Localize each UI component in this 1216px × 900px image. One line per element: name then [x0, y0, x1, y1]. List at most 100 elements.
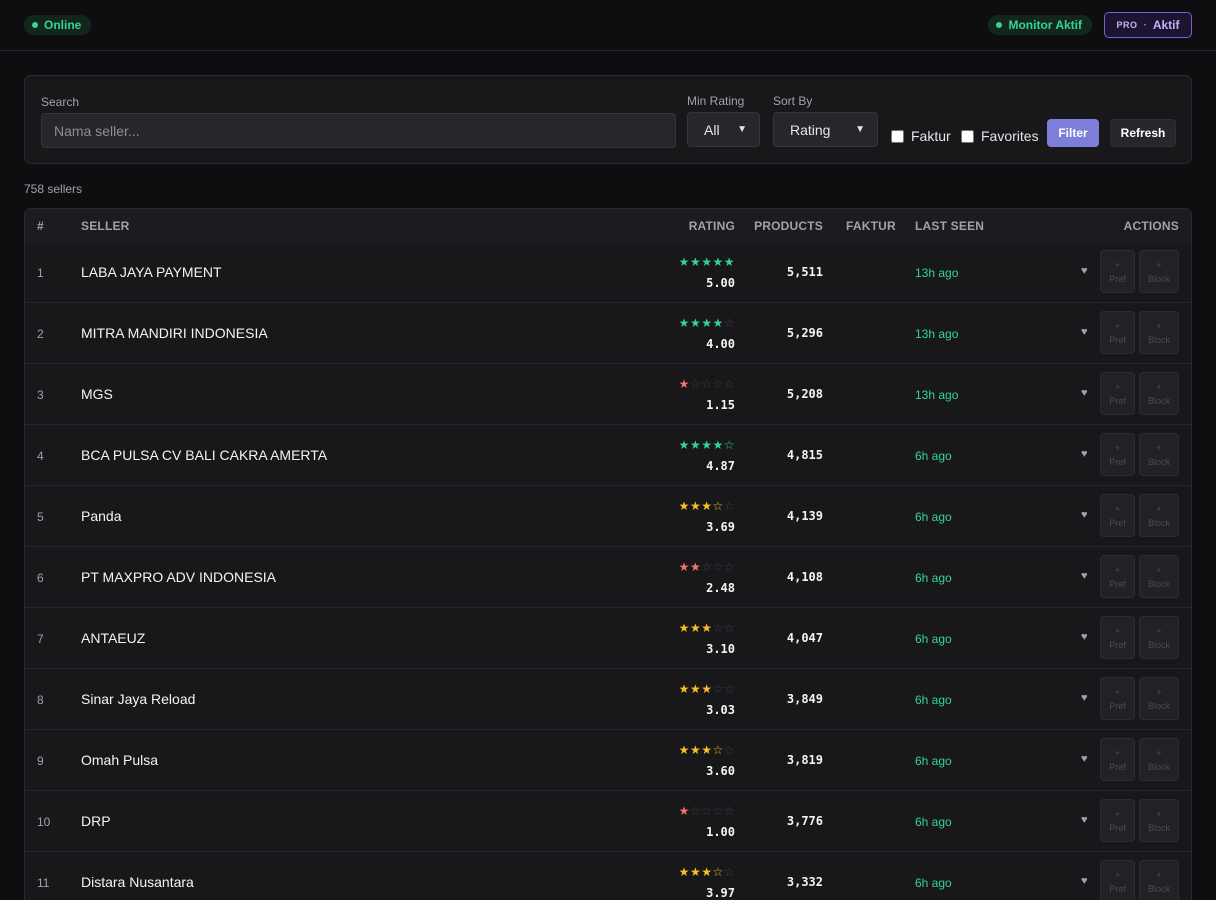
pref-button[interactable]: + Pref — [1100, 250, 1135, 293]
seller-name[interactable]: MITRA MANDIRI INDONESIA — [81, 325, 268, 341]
table-row[interactable]: 2 MITRA MANDIRI INDONESIA ★★★★☆ 4.00 5,296 13… — [25, 303, 1191, 364]
last-seen: 6h ago — [915, 815, 952, 829]
chevron-down-icon: ▼ — [737, 124, 747, 135]
pref-button[interactable]: + Pref — [1100, 738, 1135, 781]
table-row[interactable]: 11 Distara Nusantara ★★★☆☆ 3.97 3,332 6h ago ♥… — [25, 852, 1191, 900]
table-row[interactable]: 4 BCA PULSA CV BALI CAKRA AMERTA ★★★★☆ 4.87… — [25, 425, 1191, 486]
pref-button[interactable]: + Pref — [1100, 860, 1135, 900]
block-button[interactable]: + Block — [1139, 616, 1179, 659]
sellers-table: # SELLER RATING PRODUCTS FAKTUR LAST SEE… — [24, 208, 1192, 900]
rating-value: 2.48 — [706, 581, 735, 595]
faktur-filter[interactable]: Faktur — [891, 128, 951, 144]
table-row[interactable]: 1 LABA JAYA PAYMENT ★★★★★ 5.00 5,511 13h ago ♥… — [25, 242, 1191, 303]
favorite-heart-icon[interactable]: ♥ — [1081, 814, 1088, 826]
row-number: 2 — [37, 327, 44, 341]
favorite-heart-icon[interactable]: ♥ — [1081, 875, 1088, 887]
favorite-heart-icon[interactable]: ♥ — [1081, 631, 1088, 643]
seller-name[interactable]: ANTAEUZ — [81, 630, 145, 646]
column-header-num: # — [37, 219, 44, 233]
plus-icon: + — [1156, 381, 1162, 392]
last-seen: 6h ago — [915, 571, 952, 585]
table-row[interactable]: 6 PT MAXPRO ADV INDONESIA ★★☆☆☆ 2.48 4,108 6h… — [25, 547, 1191, 608]
favorite-heart-icon[interactable]: ♥ — [1081, 265, 1088, 277]
rating-value: 1.15 — [706, 398, 735, 412]
rating-value: 1.00 — [706, 825, 735, 839]
pref-label: Pref — [1109, 334, 1126, 345]
rating-value: 5.00 — [706, 276, 735, 290]
block-button[interactable]: + Block — [1139, 372, 1179, 415]
product-count: 3,849 — [786, 692, 823, 706]
sort-by-select[interactable]: Rating ▼ — [773, 112, 878, 147]
pref-button[interactable]: + Pref — [1100, 433, 1135, 476]
plus-icon: + — [1156, 625, 1162, 636]
pref-button[interactable]: + Pref — [1100, 372, 1135, 415]
plus-icon: + — [1156, 442, 1162, 453]
favorite-heart-icon[interactable]: ♥ — [1081, 753, 1088, 765]
block-button[interactable]: + Block — [1139, 250, 1179, 293]
favorites-filter[interactable]: Favorites — [961, 128, 1039, 144]
product-count: 3,332 — [786, 875, 823, 889]
table-row[interactable]: 3 MGS ★☆☆☆☆ 1.15 5,208 13h ago ♥ + Pref + Block — [25, 364, 1191, 425]
seller-name[interactable]: DRP — [81, 813, 111, 829]
block-label: Block — [1147, 639, 1170, 650]
plus-icon: + — [1156, 686, 1162, 697]
favorite-heart-icon[interactable]: ♥ — [1081, 570, 1088, 582]
pref-button[interactable]: + Pref — [1100, 494, 1135, 537]
pref-button[interactable]: + Pref — [1100, 677, 1135, 720]
plus-icon: + — [1156, 747, 1162, 758]
table-row[interactable]: 9 Omah Pulsa ★★★☆☆ 3.60 3,819 6h ago ♥ + Pref + Bl… — [25, 730, 1191, 791]
table-row[interactable]: 10 DRP ★☆☆☆☆ 1.00 3,776 6h ago ♥ + Pref + Block — [25, 791, 1191, 852]
plus-icon: + — [1114, 381, 1121, 392]
plan-badge[interactable]: PRO · Aktif — [1104, 12, 1192, 38]
search-input[interactable] — [41, 113, 676, 148]
block-button[interactable]: + Block — [1139, 860, 1179, 900]
min-rating-select[interactable]: All ▼ — [687, 112, 760, 147]
block-button[interactable]: + Block — [1139, 433, 1179, 476]
block-button[interactable]: + Block — [1139, 677, 1179, 720]
table-row[interactable]: 8 Sinar Jaya Reload ★★★☆☆ 3.03 3,849 6h ago ♥ +… — [25, 669, 1191, 730]
favorite-heart-icon[interactable]: ♥ — [1081, 448, 1088, 460]
faktur-checkbox[interactable] — [891, 129, 904, 143]
favorite-heart-icon[interactable]: ♥ — [1081, 692, 1088, 704]
block-button[interactable]: + Block — [1139, 494, 1179, 537]
pref-label: Pref — [1109, 761, 1126, 772]
refresh-button[interactable]: Refresh — [1110, 119, 1176, 147]
pref-button[interactable]: + Pref — [1100, 799, 1135, 842]
pref-button[interactable]: + Pref — [1100, 311, 1135, 354]
seller-name[interactable]: LABA JAYA PAYMENT — [81, 264, 222, 280]
plus-icon: + — [1156, 564, 1162, 575]
row-number: 8 — [37, 693, 44, 707]
block-button[interactable]: + Block — [1139, 799, 1179, 842]
seller-name[interactable]: Distara Nusantara — [81, 874, 194, 890]
favorite-heart-icon[interactable]: ♥ — [1081, 509, 1088, 521]
pref-label: Pref — [1109, 456, 1126, 467]
favorites-checkbox[interactable] — [961, 129, 974, 143]
plus-icon: + — [1156, 808, 1162, 819]
block-button[interactable]: + Block — [1139, 738, 1179, 781]
plus-icon: + — [1114, 503, 1121, 514]
column-header-last-seen: LAST SEEN — [915, 219, 985, 233]
product-count: 3,819 — [786, 753, 823, 767]
table-row[interactable]: 5 Panda ★★★☆☆ 3.69 4,139 6h ago ♥ + Pref + Block — [25, 486, 1191, 547]
plus-icon: + — [1114, 564, 1121, 575]
pref-button[interactable]: + Pref — [1100, 616, 1135, 659]
rating-stars-icon: ★☆☆☆☆ — [678, 804, 735, 818]
block-button[interactable]: + Block — [1139, 555, 1179, 598]
filter-button[interactable]: Filter — [1047, 119, 1099, 147]
block-label: Block — [1147, 334, 1170, 345]
favorite-heart-icon[interactable]: ♥ — [1081, 326, 1088, 338]
seller-name[interactable]: MGS — [81, 386, 113, 402]
seller-name[interactable]: Omah Pulsa — [81, 752, 158, 768]
plus-icon: + — [1114, 442, 1121, 453]
table-row[interactable]: 7 ANTAEUZ ★★★☆☆ 3.10 4,047 6h ago ♥ + Pref + Block — [25, 608, 1191, 669]
last-seen: 6h ago — [915, 632, 952, 646]
seller-name[interactable]: BCA PULSA CV BALI CAKRA AMERTA — [81, 447, 327, 463]
seller-name[interactable]: Panda — [81, 508, 121, 524]
block-button[interactable]: + Block — [1139, 311, 1179, 354]
favorite-heart-icon[interactable]: ♥ — [1081, 387, 1088, 399]
last-seen: 6h ago — [915, 693, 952, 707]
pref-button[interactable]: + Pref — [1100, 555, 1135, 598]
seller-name[interactable]: PT MAXPRO ADV INDONESIA — [81, 569, 276, 585]
seller-name[interactable]: Sinar Jaya Reload — [81, 691, 195, 707]
plus-icon: + — [1114, 625, 1121, 636]
